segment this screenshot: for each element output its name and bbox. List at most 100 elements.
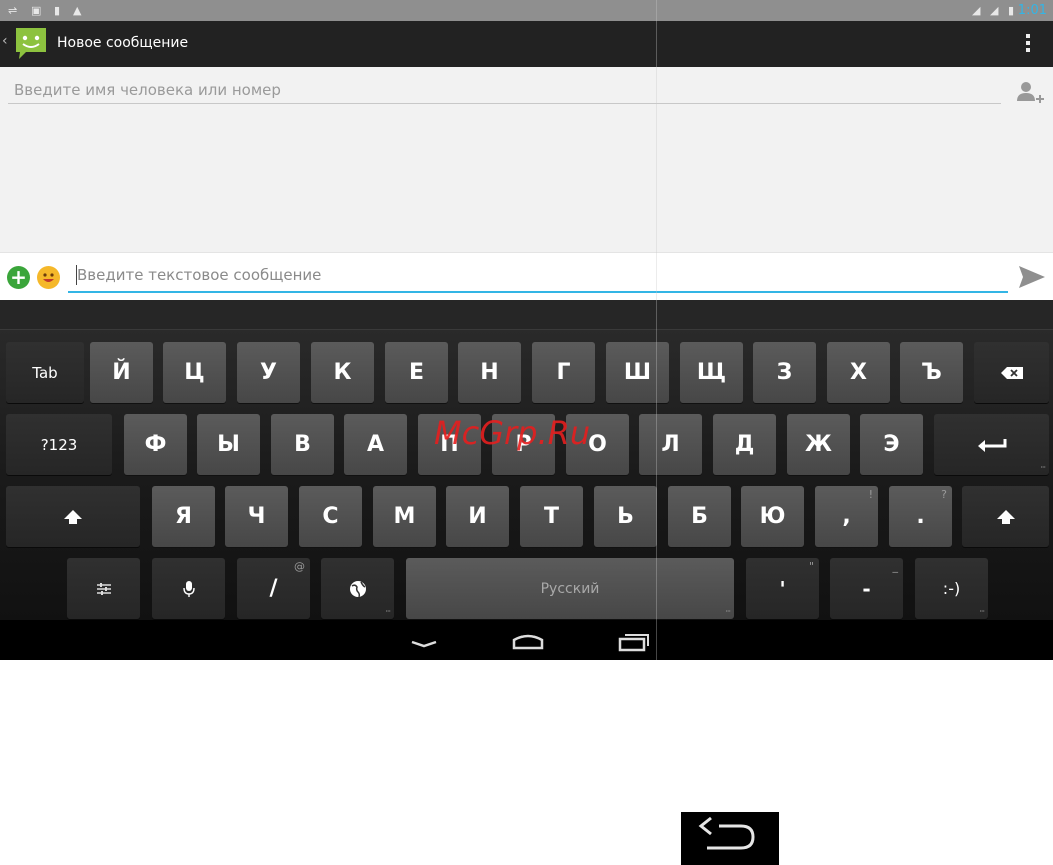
key-letter[interactable]: И xyxy=(446,486,509,547)
status-bar: ⇌ ▣ ▮ ▲ ◢ ◢ ▮ 1:01 xyxy=(0,0,1053,21)
overflow-menu-icon[interactable] xyxy=(1025,34,1031,54)
hide-keyboard-icon[interactable] xyxy=(401,626,447,656)
smiley-label: :-) xyxy=(942,579,961,598)
tablet-screen: ⇌ ▣ ▮ ▲ ◢ ◢ ▮ 1:01 ‹ Новое сообщение Вве… xyxy=(0,0,1053,660)
question-hint: ? xyxy=(941,488,947,501)
slash-label: / xyxy=(269,576,278,601)
compose-area: Введите имя человека или номер + Введите… xyxy=(0,67,1053,300)
key-letter[interactable]: Й xyxy=(90,342,153,403)
shift-key-left[interactable] xyxy=(6,486,140,547)
back-button-icon xyxy=(681,812,779,865)
apostrophe-key[interactable]: ' " xyxy=(746,558,819,619)
settings-key[interactable] xyxy=(67,558,140,619)
more-keys-indicator: ··· xyxy=(725,607,731,616)
at-hint: @ xyxy=(294,560,305,573)
emoji-icon[interactable] xyxy=(37,266,60,289)
quote-hint: " xyxy=(808,560,814,573)
tab-key[interactable]: Tab xyxy=(6,342,84,403)
send-icon[interactable] xyxy=(1017,264,1047,290)
recent-apps-icon[interactable] xyxy=(610,626,656,656)
key-letter[interactable]: С xyxy=(299,486,362,547)
dash-key[interactable]: - _ xyxy=(830,558,903,619)
sliders-icon xyxy=(96,582,111,595)
key-letter[interactable]: Щ xyxy=(680,342,743,403)
battery-icon: ▮ xyxy=(1008,4,1015,17)
key-letter[interactable]: Х xyxy=(827,342,890,403)
key-letter[interactable]: Ф xyxy=(124,414,187,475)
comma-label: , xyxy=(842,504,851,529)
key-letter[interactable]: Д xyxy=(713,414,776,475)
key-letter[interactable]: З xyxy=(753,342,816,403)
key-letter[interactable]: Ы xyxy=(197,414,260,475)
battery-saver-icon: ▮ xyxy=(54,4,61,17)
enter-arrow-icon xyxy=(977,438,1006,452)
key-letter[interactable]: Ж xyxy=(787,414,850,475)
screen-divider-line xyxy=(656,0,657,660)
key-letter[interactable]: М xyxy=(373,486,436,547)
underscore-hint: _ xyxy=(892,560,899,573)
signal-2-icon: ◢ xyxy=(990,4,999,17)
globe-icon xyxy=(349,580,366,597)
key-letter[interactable]: У xyxy=(237,342,300,403)
comma-key[interactable]: , ! xyxy=(815,486,878,547)
key-letter[interactable]: Е xyxy=(385,342,448,403)
key-letter[interactable]: Ц xyxy=(163,342,226,403)
clock: 1:01 xyxy=(1017,3,1047,18)
microphone-icon xyxy=(182,580,195,597)
key-letter[interactable]: Ш xyxy=(606,342,669,403)
key-letter[interactable]: В xyxy=(271,414,334,475)
voice-input-key[interactable] xyxy=(152,558,225,619)
key-letter[interactable]: Л xyxy=(639,414,702,475)
shift-arrow-icon xyxy=(996,509,1015,524)
smiley-key[interactable]: :-) ··· xyxy=(915,558,988,619)
navigation-bar xyxy=(0,620,1053,660)
action-bar: ‹ Новое сообщение xyxy=(0,21,1053,67)
suggestion-strip xyxy=(0,300,1053,330)
message-bar: + Введите текстовое сообщение xyxy=(0,252,1053,300)
key-letter[interactable]: Ъ xyxy=(900,342,963,403)
enter-key[interactable]: ··· xyxy=(934,414,1049,475)
period-key[interactable]: . ? xyxy=(889,486,952,547)
slash-key[interactable]: / @ xyxy=(237,558,310,619)
add-contact-icon[interactable] xyxy=(1014,79,1044,107)
up-chevron-icon[interactable]: ‹ xyxy=(2,33,8,49)
key-letter[interactable]: А xyxy=(344,414,407,475)
language-key[interactable]: ··· xyxy=(321,558,394,619)
apostrophe-label: ' xyxy=(779,576,786,601)
space-key[interactable]: Русский ··· xyxy=(406,558,734,619)
gallery-icon: ▣ xyxy=(31,4,42,17)
message-placeholder: Введите текстовое сообщение xyxy=(77,266,322,284)
symbols-key[interactable]: ?123 xyxy=(6,414,112,475)
more-keys-indicator: ··· xyxy=(1040,463,1046,472)
period-label: . xyxy=(916,504,925,529)
message-input[interactable]: Введите текстовое сообщение xyxy=(68,259,1008,293)
attach-plus-icon[interactable]: + xyxy=(7,266,30,289)
backspace-key[interactable] xyxy=(974,342,1049,403)
exclamation-hint: ! xyxy=(868,488,873,501)
usb-icon: ⇌ xyxy=(8,4,18,17)
key-letter[interactable]: Б xyxy=(668,486,731,547)
recipient-input[interactable]: Введите имя человека или номер xyxy=(8,73,1001,104)
more-keys-indicator: ··· xyxy=(979,607,985,616)
key-letter[interactable]: Я xyxy=(152,486,215,547)
key-letter[interactable]: К xyxy=(311,342,374,403)
key-letter[interactable]: Ю xyxy=(741,486,804,547)
key-letter[interactable]: Т xyxy=(520,486,583,547)
text-cursor xyxy=(76,265,77,285)
onscreen-keyboard: Tab Й Ц У К Е Н Г Ш Щ З Х Ъ ?123 Ф Ы В А… xyxy=(0,300,1053,620)
page-title: Новое сообщение xyxy=(57,35,189,51)
shift-key-right[interactable] xyxy=(962,486,1049,547)
key-letter[interactable]: Ь xyxy=(594,486,657,547)
backspace-icon xyxy=(1000,366,1023,379)
messaging-app-icon[interactable] xyxy=(12,24,50,62)
home-icon[interactable] xyxy=(505,626,551,656)
space-language-label: Русский xyxy=(540,580,600,597)
signal-1-icon: ◢ xyxy=(972,4,981,17)
key-letter[interactable]: Ч xyxy=(225,486,288,547)
shift-arrow-icon xyxy=(64,509,82,524)
warning-icon: ▲ xyxy=(73,4,82,17)
key-letter[interactable]: Э xyxy=(860,414,923,475)
watermark-text: McGrp.Ru xyxy=(434,414,591,452)
key-letter[interactable]: Г xyxy=(532,342,595,403)
key-letter[interactable]: Н xyxy=(458,342,521,403)
